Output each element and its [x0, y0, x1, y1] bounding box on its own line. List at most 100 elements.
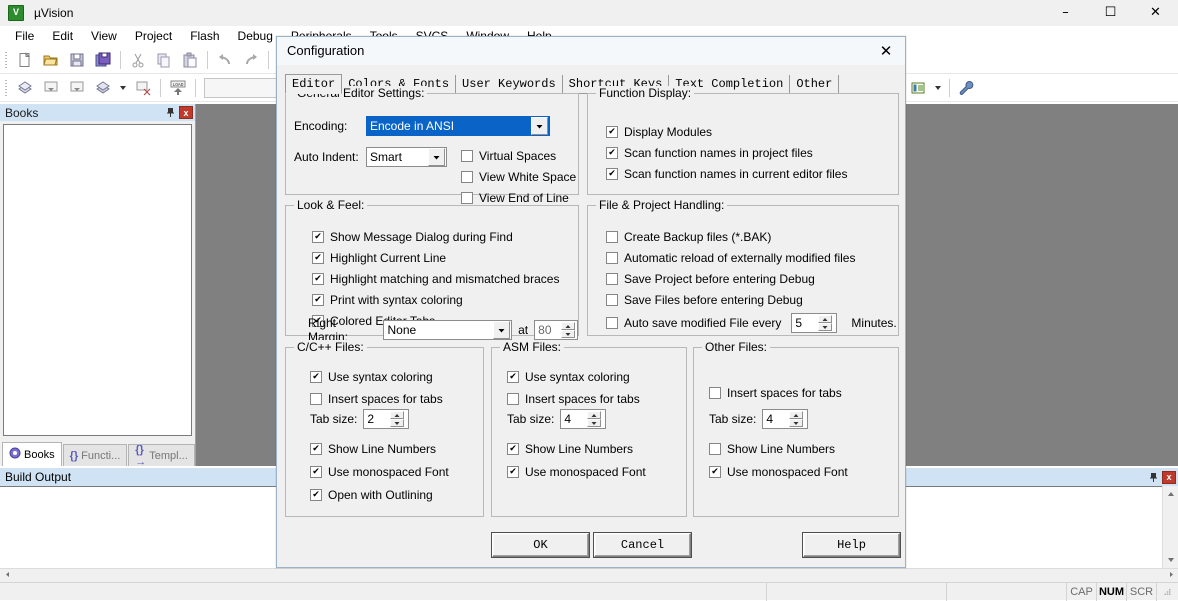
copy-icon[interactable] [151, 48, 177, 72]
scroll-right-icon[interactable] [1164, 571, 1178, 580]
scan-editor-files-checkbox[interactable]: Scan function names in current editor fi… [606, 165, 847, 183]
chevron-down-icon[interactable] [428, 148, 445, 166]
scroll-down-icon[interactable] [1163, 552, 1178, 568]
asm-insert-spaces-checkbox[interactable]: Insert spaces for tabs [507, 390, 640, 408]
toolbar-grip[interactable] [3, 77, 10, 98]
configuration-wrench-icon[interactable] [954, 76, 980, 100]
stepper-buttons[interactable] [818, 315, 833, 331]
scroll-up-icon[interactable] [1163, 486, 1178, 502]
menu-file[interactable]: File [6, 27, 43, 45]
stepper-buttons[interactable] [789, 411, 804, 427]
paste-icon[interactable] [177, 48, 203, 72]
save-all-icon[interactable] [90, 48, 116, 72]
menu-project[interactable]: Project [126, 27, 181, 45]
build-output-close-button[interactable]: x [1162, 470, 1176, 484]
c-open-with-outlining-checkbox[interactable]: Open with Outlining [310, 486, 449, 504]
auto-indent-select[interactable]: Smart [366, 147, 447, 167]
other-insert-spaces-checkbox[interactable]: Insert spaces for tabs [709, 384, 842, 402]
close-window-button[interactable]: ✕ [1133, 0, 1178, 26]
display-modules-checkbox[interactable]: Display Modules [606, 123, 847, 141]
tab-editor[interactable]: Editor [285, 74, 343, 94]
stepper-up-icon[interactable] [390, 411, 405, 419]
new-file-icon[interactable] [12, 48, 38, 72]
save-project-before-debug-checkbox[interactable]: Save Project before entering Debug [606, 270, 897, 288]
highlight-current-line-checkbox[interactable]: Highlight Current Line [312, 249, 559, 267]
stepper-down-icon[interactable] [789, 419, 804, 427]
stepper-down-icon[interactable] [390, 419, 405, 427]
menu-debug[interactable]: Debug [229, 27, 282, 45]
menu-edit[interactable]: Edit [43, 27, 82, 45]
bookmark-icon[interactable] [12, 76, 38, 100]
auto-save-row[interactable]: Auto save modified File every 5 Minutes. [606, 313, 897, 333]
c-show-line-numbers-checkbox[interactable]: Show Line Numbers [310, 440, 449, 458]
other-use-monospaced-font-checkbox[interactable]: Use monospaced Font [709, 463, 848, 481]
maximize-button[interactable]: ☐ [1088, 0, 1133, 26]
batch-build-dropdown-icon[interactable] [116, 76, 130, 100]
build-output-horizontal-scrollbar[interactable] [0, 568, 1178, 582]
other-show-line-numbers-checkbox[interactable]: Show Line Numbers [709, 440, 848, 458]
target-dropdown-icon[interactable] [931, 76, 945, 100]
print-syntax-coloring-checkbox[interactable]: Print with syntax coloring [312, 291, 559, 309]
books-tab-functions[interactable]: {} Functi... [62, 444, 128, 466]
view-white-space-checkbox[interactable]: View White Space [461, 168, 576, 186]
automatic-reload-checkbox[interactable]: Automatic reload of externally modified … [606, 249, 897, 267]
stepper-buttons[interactable] [561, 322, 576, 338]
c-tab-size-stepper[interactable]: 2 [363, 409, 410, 429]
rebuild-icon[interactable] [64, 76, 90, 100]
highlight-braces-checkbox[interactable]: Highlight matching and mismatched braces [312, 270, 559, 288]
books-tab-templates[interactable]: {}→ Templ... [128, 444, 195, 468]
asm-tab-size-stepper[interactable]: 4 [560, 409, 607, 429]
stepper-up-icon[interactable] [789, 411, 804, 419]
c-insert-spaces-checkbox[interactable]: Insert spaces for tabs [310, 390, 443, 408]
asm-use-monospaced-font-checkbox[interactable]: Use monospaced Font [507, 463, 646, 481]
redo-icon[interactable] [238, 48, 264, 72]
auto-save-minutes-stepper[interactable]: 5 [791, 313, 838, 333]
dialog-close-button[interactable]: ✕ [871, 38, 901, 64]
stepper-up-icon[interactable] [818, 315, 833, 323]
show-message-dialog-checkbox[interactable]: Show Message Dialog during Find [312, 228, 559, 246]
help-button[interactable]: Help [802, 532, 901, 558]
books-panel-content[interactable] [3, 124, 192, 436]
build-icon[interactable] [38, 76, 64, 100]
toolbar-grip[interactable] [3, 49, 10, 70]
asm-show-line-numbers-checkbox[interactable]: Show Line Numbers [507, 440, 646, 458]
save-files-before-debug-checkbox[interactable]: Save Files before entering Debug [606, 291, 897, 309]
save-icon[interactable] [64, 48, 90, 72]
menu-view[interactable]: View [82, 27, 126, 45]
load-icon[interactable]: LOAD [165, 76, 191, 100]
c-use-monospaced-font-checkbox[interactable]: Use monospaced Font [310, 463, 449, 481]
virtual-spaces-checkbox[interactable]: Virtual Spaces [461, 147, 576, 165]
resize-grip[interactable] [1156, 582, 1178, 601]
stop-build-icon[interactable] [130, 76, 156, 100]
stepper-down-icon[interactable] [587, 419, 602, 427]
open-file-icon[interactable] [38, 48, 64, 72]
ok-button[interactable]: OK [491, 532, 590, 558]
scan-project-files-checkbox[interactable]: Scan function names in project files [606, 144, 847, 162]
batch-build-icon[interactable] [90, 76, 116, 100]
create-backup-files-checkbox[interactable]: Create Backup files (*.BAK) [606, 228, 897, 246]
books-panel-close-button[interactable]: x [179, 106, 193, 119]
c-use-syntax-coloring-checkbox[interactable]: Use syntax coloring [310, 368, 443, 386]
stepper-up-icon[interactable] [587, 411, 602, 419]
right-margin-select[interactable]: None [383, 320, 513, 340]
pin-icon[interactable] [163, 106, 177, 120]
auto-save-checkbox-icon[interactable] [606, 317, 618, 329]
stepper-down-icon[interactable] [818, 323, 833, 331]
minimize-button[interactable]: – [1043, 0, 1088, 26]
build-output-vertical-scrollbar[interactable] [1162, 486, 1178, 568]
books-tab-books[interactable]: Books [2, 442, 62, 466]
cut-icon[interactable] [125, 48, 151, 72]
asm-use-syntax-coloring-checkbox[interactable]: Use syntax coloring [507, 368, 640, 386]
cancel-button[interactable]: Cancel [593, 532, 692, 558]
target-options-icon[interactable] [905, 76, 931, 100]
chevron-down-icon[interactable] [531, 117, 548, 135]
stepper-up-icon[interactable] [561, 322, 576, 330]
menu-flash[interactable]: Flash [181, 27, 228, 45]
chevron-down-icon[interactable] [493, 321, 511, 339]
pin-icon[interactable] [1146, 470, 1160, 484]
scroll-left-icon[interactable] [0, 571, 14, 580]
encoding-select[interactable]: Encode in ANSI [366, 116, 550, 136]
right-margin-at-stepper[interactable]: 80 [534, 320, 578, 340]
other-tab-size-stepper[interactable]: 4 [762, 409, 809, 429]
undo-icon[interactable] [212, 48, 238, 72]
